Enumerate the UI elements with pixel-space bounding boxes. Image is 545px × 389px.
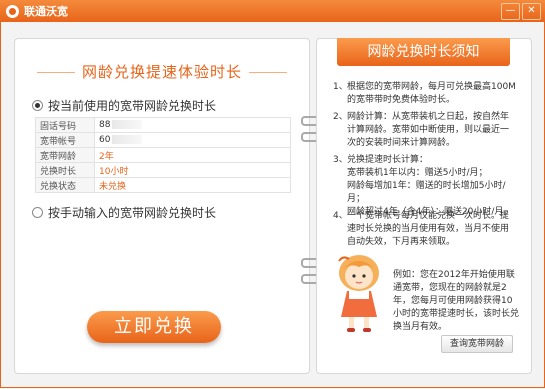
- rule-item: 1、 根据您的宽带网龄，每月可兑换最高100M的宽带带时免费体验时长。: [333, 82, 516, 105]
- rules-panel: 网龄兑换时长须知 1、 根据您的宽带网龄，每月可兑换最高100M的宽带带时免费体…: [316, 38, 532, 374]
- table-row: 宽带网龄 2年: [35, 147, 291, 163]
- example-text: 例如：您在2012年开始使用联通宽带，您现在的网龄就是2年，您每月可使用网龄获得…: [393, 270, 520, 332]
- masked-digits: [112, 135, 143, 144]
- table-row: 固话号码 88: [35, 117, 291, 133]
- exchange-now-button[interactable]: 立即兑换: [87, 311, 221, 343]
- query-age-button[interactable]: 查询宽带网龄: [441, 335, 513, 353]
- option-manual-age[interactable]: 按手动输入的宽带网龄兑换时长: [32, 204, 216, 221]
- unicom-logo-icon: [6, 4, 19, 18]
- table-row: 兑换状态 未兑换: [35, 177, 291, 193]
- window-title: 联通沃宽: [24, 5, 68, 18]
- account-value: 60: [94, 132, 291, 148]
- radio-unselected-icon[interactable]: [32, 207, 43, 218]
- rule-item: 4、 一个宽带帐号每月仅能兑换一次时长。提速时长兑换的当月使用有效，当月不使用自…: [333, 211, 510, 247]
- exchange-panel: 网龄兑换提速体验时长 按当前使用的宽带网龄兑换时长 固话号码 88 宽带帐号 6…: [14, 38, 310, 374]
- status-value: 未兑换: [94, 177, 291, 193]
- account-info-table: 固话号码 88 宽带帐号 60 宽带网龄 2年 兑换时长 10小时 兑换状态 未…: [35, 117, 291, 193]
- title-bar: 联通沃宽 — ✕: [0, 0, 545, 22]
- title-divider-right: [249, 72, 287, 73]
- option-current-age[interactable]: 按当前使用的宽带网龄兑换时长: [32, 97, 216, 114]
- rule-item: 2、 网龄计算：从宽带装机之日起，按自然年计算网龄。宽带如中断使用，则以最近一次…: [333, 112, 510, 148]
- table-row: 宽带帐号 60: [35, 132, 291, 148]
- duration-label: 兑换时长: [35, 162, 95, 178]
- rules-panel-title: 网龄兑换时长须知: [337, 38, 510, 66]
- account-label: 宽带帐号: [35, 132, 95, 148]
- minimize-button[interactable]: —: [501, 3, 520, 20]
- radio-selected-icon[interactable]: [32, 100, 43, 111]
- table-row: 兑换时长 10小时: [35, 162, 291, 178]
- option-manual-age-label: 按手动输入的宽带网龄兑换时长: [48, 206, 217, 220]
- phone-value: 88: [94, 117, 291, 133]
- option-current-age-label: 按当前使用的宽带网龄兑换时长: [48, 99, 217, 113]
- duration-value: 10小时: [94, 162, 291, 178]
- phone-label: 固话号码: [35, 117, 95, 133]
- masked-digits: [112, 120, 143, 129]
- cartoon-girl-icon: [338, 255, 379, 332]
- status-label: 兑换状态: [35, 177, 95, 193]
- close-button[interactable]: ✕: [522, 3, 541, 20]
- age-label: 宽带网龄: [35, 147, 95, 163]
- age-value: 2年: [94, 147, 291, 163]
